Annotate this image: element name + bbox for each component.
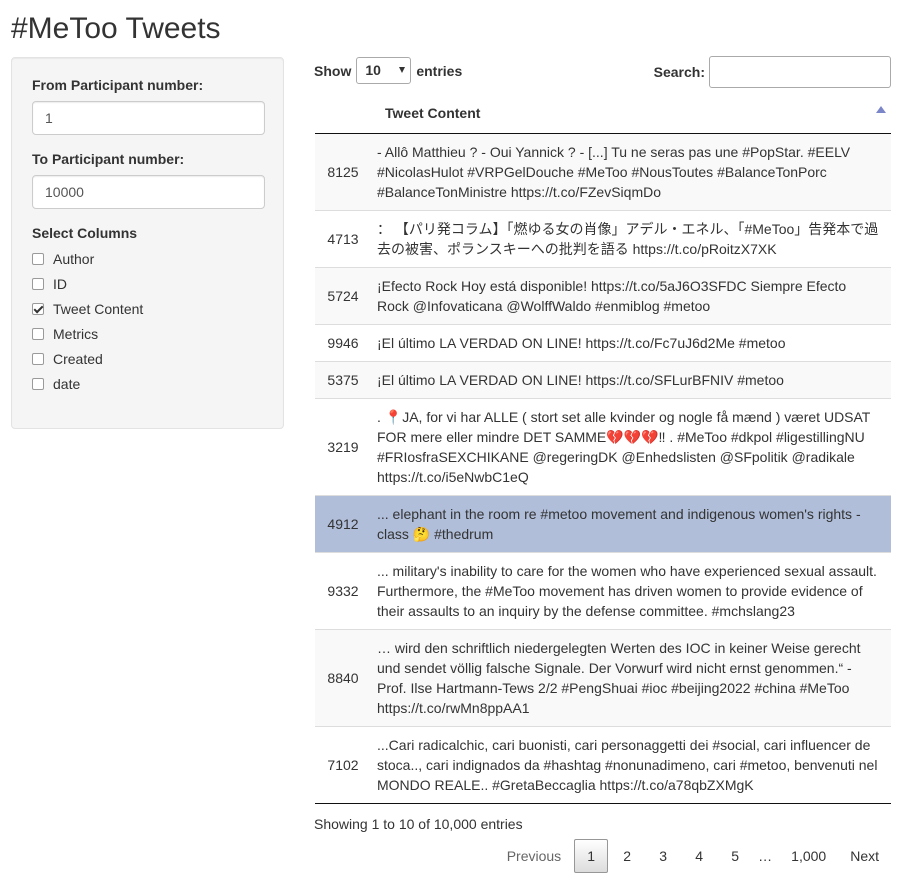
table-header-row: Tweet Content	[315, 94, 891, 134]
checkbox-label: Metrics	[53, 326, 99, 342]
table-row[interactable]: 3219 . 📍JA, for vi har ALLE ( stort set …	[315, 397, 891, 495]
column-checkbox-author[interactable]: Author	[32, 249, 94, 269]
row-id-cell: 5375	[315, 360, 367, 398]
pagination-ellipsis: …	[758, 848, 773, 864]
entries-label: entries	[416, 62, 463, 79]
column-checkbox-date[interactable]: date	[32, 374, 80, 394]
page-button-5[interactable]: 5	[718, 839, 752, 873]
checkbox-label: Tweet Content	[53, 301, 144, 317]
page-button-3[interactable]: 3	[646, 839, 680, 873]
tweet-content-cell: ...Cari radicalchic, cari buonisti, cari…	[367, 725, 891, 804]
row-id-cell: 3219	[315, 397, 367, 495]
table-info-text: Showing 1 to 10 of 10,000 entries	[314, 816, 523, 832]
tweet-content-cell: . 📍JA, for vi har ALLE ( stort set alle …	[367, 397, 891, 495]
row-id-cell: 4912	[315, 494, 367, 552]
table-row[interactable]: 8125 - Allô Matthieu ? - Oui Yannick ? -…	[315, 133, 891, 210]
table-row-selected[interactable]: 4912 ... elephant in the room re #metoo …	[315, 494, 891, 552]
row-id-cell: 7102	[315, 725, 367, 804]
column-header-label: Tweet Content	[385, 105, 481, 122]
page-button-1[interactable]: 1	[574, 839, 609, 873]
column-checkbox-metrics[interactable]: Metrics	[32, 324, 98, 344]
length-control: Show 10 entries	[314, 57, 462, 84]
column-checkbox-id[interactable]: ID	[32, 274, 67, 294]
tweet-content-cell: ： 【パリ発コラム】「燃ゆる女の肖像」アデル・エネル、「#MeToo」告発本で過…	[367, 209, 891, 267]
checkbox-box[interactable]	[32, 253, 44, 265]
row-id-cell: 9332	[315, 551, 367, 629]
page-button-2[interactable]: 2	[610, 839, 644, 873]
page-button-last[interactable]: 1,000	[780, 839, 837, 873]
search-label: Search:	[653, 64, 705, 80]
select-columns-label: Select Columns	[32, 225, 138, 241]
entries-length-value: 10	[365, 62, 381, 78]
row-id-cell: 8840	[315, 628, 367, 726]
checkbox-box[interactable]	[32, 278, 44, 290]
pagination: Previous 1 2 3 4 5 … 1,000 Next	[494, 838, 890, 874]
page-title: #MeToo Tweets	[11, 12, 221, 45]
checkbox-label: Created	[53, 351, 103, 367]
checkbox-label: ID	[53, 276, 67, 292]
entries-length-select[interactable]: 10	[356, 57, 412, 84]
tweet-content-cell: … wird den schriftlich niedergelegten We…	[367, 628, 891, 726]
checkbox-box[interactable]	[32, 353, 44, 365]
tweet-content-cell: ¡Efecto Rock Hoy está disponible! https:…	[367, 266, 891, 324]
table-row[interactable]: 5375 ¡El último LA VERDAD ON LINE! https…	[315, 360, 891, 398]
page-button-4[interactable]: 4	[682, 839, 716, 873]
tweet-content-cell: ¡El último LA VERDAD ON LINE! https://t.…	[367, 323, 891, 361]
sidebar-panel: From Participant number: To Participant …	[11, 57, 284, 429]
tweet-content-cell: ¡El último LA VERDAD ON LINE! https://t.…	[367, 360, 891, 398]
column-header-tweet-content[interactable]: Tweet Content	[315, 94, 891, 134]
from-participant-label: From Participant number:	[32, 77, 204, 93]
tweet-content-cell: ... elephant in the room re #metoo movem…	[367, 494, 891, 552]
table-row[interactable]: 9332 ... military's inability to care fo…	[315, 551, 891, 629]
checkbox-box[interactable]	[32, 378, 44, 390]
checkbox-label: date	[53, 376, 81, 392]
table-row[interactable]: 8840 … wird den schriftlich niedergelegt…	[315, 628, 891, 726]
to-participant-label: To Participant number:	[32, 151, 185, 167]
row-id-cell: 8125	[315, 133, 367, 210]
table-row[interactable]: 4713 ： 【パリ発コラム】「燃ゆる女の肖像」アデル・エネル、「#MeToo」…	[315, 209, 891, 267]
previous-button[interactable]: Previous	[496, 839, 572, 873]
column-checkbox-tweet-content[interactable]: Tweet Content	[32, 299, 143, 319]
row-id-cell: 9946	[315, 323, 367, 361]
table-row[interactable]: 7102 ...Cari radicalchic, cari buonisti,…	[315, 725, 891, 804]
search-control: Search:	[654, 56, 891, 88]
next-button[interactable]: Next	[839, 839, 890, 873]
show-label: Show	[314, 62, 352, 79]
checkbox-box-checked[interactable]	[32, 303, 44, 315]
tweets-table: Tweet Content 8125 - Allô Matthieu ? - O…	[315, 94, 891, 804]
to-participant-input[interactable]	[32, 175, 265, 209]
tweet-content-cell: ... military's inability to care for the…	[367, 551, 891, 629]
sort-ascending-icon	[876, 106, 886, 113]
search-input[interactable]	[709, 56, 891, 88]
row-id-cell: 4713	[315, 209, 367, 267]
tweet-content-cell: - Allô Matthieu ? - Oui Yannick ? - [...…	[367, 133, 891, 210]
chevron-down-icon	[399, 67, 406, 73]
row-id-cell: 5724	[315, 266, 367, 324]
from-participant-input[interactable]	[32, 101, 265, 135]
checkbox-box[interactable]	[32, 328, 44, 340]
table-row[interactable]: 9946 ¡El último LA VERDAD ON LINE! https…	[315, 323, 891, 361]
table-row[interactable]: 5724 ¡Efecto Rock Hoy está disponible! h…	[315, 266, 891, 324]
column-checkbox-created[interactable]: Created	[32, 349, 103, 369]
checkbox-label: Author	[53, 251, 95, 267]
